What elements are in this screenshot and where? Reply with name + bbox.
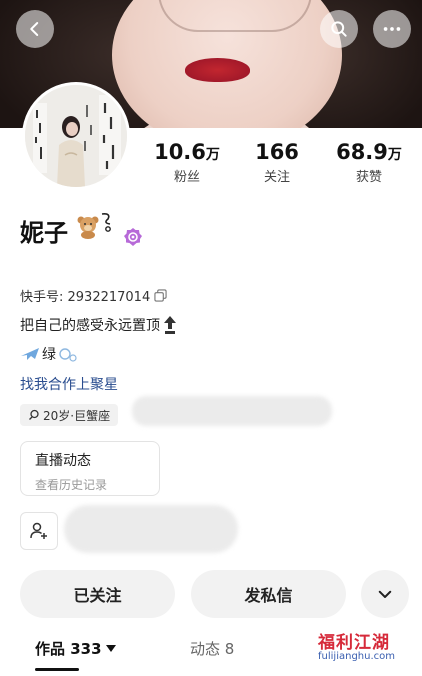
- followers-unit: 万: [205, 147, 220, 163]
- following-count: 166: [255, 140, 299, 164]
- age-zodiac-tag: 20岁·巨蟹座: [20, 404, 119, 426]
- following-label: 关注: [263, 170, 290, 185]
- airplane-icon: [21, 348, 39, 360]
- likes-count: 68.9: [336, 140, 388, 164]
- likes-unit: 万: [387, 147, 402, 163]
- search-button[interactable]: [320, 10, 358, 48]
- add-user-icon: [30, 522, 47, 539]
- search-icon: [331, 21, 347, 37]
- cooperation-link[interactable]: 找我合作上聚星: [20, 374, 118, 394]
- bear-emoji-icon: [77, 216, 99, 239]
- squiggle-icon: [101, 213, 111, 232]
- profile-stats: 10.6万 粉丝 166 关注 68.9万 获赞: [140, 140, 422, 192]
- caret-down-icon: [105, 644, 116, 652]
- bio-text-2: 绿: [42, 347, 56, 363]
- profile-name: 妮子: [20, 219, 68, 247]
- back-button[interactable]: [16, 10, 54, 48]
- bubbles-icon: [59, 348, 77, 362]
- blurred-content: [132, 396, 332, 426]
- tab-moments[interactable]: 动态 8: [190, 638, 234, 659]
- avatar-image: [25, 85, 127, 187]
- blurred-recommendation: [64, 505, 238, 553]
- more-button[interactable]: [373, 10, 411, 48]
- followed-button[interactable]: 已关注: [20, 570, 175, 618]
- avatar[interactable]: [22, 82, 130, 190]
- followers-count: 10.6: [154, 140, 206, 164]
- watermark-sub: fulijianghu.com: [318, 651, 395, 662]
- live-history-card[interactable]: 直播动态 查看历史记录: [20, 441, 160, 496]
- bio-line-2: 绿: [20, 344, 78, 364]
- bio-line-1: 把自己的感受永远置顶: [20, 315, 178, 335]
- tab-works-label: 作品 333: [35, 640, 102, 658]
- stat-following[interactable]: 166 关注: [232, 140, 322, 185]
- chevron-left-icon: [30, 22, 39, 36]
- message-button[interactable]: 发私信: [191, 570, 346, 618]
- active-tab-indicator: [35, 668, 79, 671]
- more-horizontal-icon: [383, 27, 401, 31]
- tag-text: 20岁·巨蟹座: [43, 408, 111, 423]
- tab-works[interactable]: 作品 333: [35, 638, 116, 659]
- followers-label: 粉丝: [173, 170, 200, 185]
- copy-icon[interactable]: [154, 289, 167, 302]
- bio-text-1: 把自己的感受永远置顶: [20, 318, 160, 334]
- add-friend-button[interactable]: [20, 512, 58, 550]
- likes-label: 获赞: [355, 170, 382, 185]
- watermark-logo: 福利江湖 fulijianghu.com: [318, 628, 418, 668]
- stat-likes[interactable]: 68.9万 获赞: [324, 140, 414, 185]
- live-card-subtitle: 查看历史记录: [35, 478, 108, 492]
- watermark-main: 福利江湖: [318, 633, 390, 653]
- account-id: 快手号: 2932217014: [20, 290, 151, 305]
- account-id-row: 快手号: 2932217014: [20, 286, 167, 305]
- search-small-icon: [29, 409, 39, 420]
- top-arrow-icon: [164, 316, 176, 334]
- stat-followers[interactable]: 10.6万 粉丝: [142, 140, 232, 185]
- chevron-down-icon: [378, 590, 392, 598]
- expand-button[interactable]: [361, 570, 409, 618]
- verified-badge-icon[interactable]: [123, 227, 143, 247]
- live-card-title: 直播动态: [35, 453, 91, 469]
